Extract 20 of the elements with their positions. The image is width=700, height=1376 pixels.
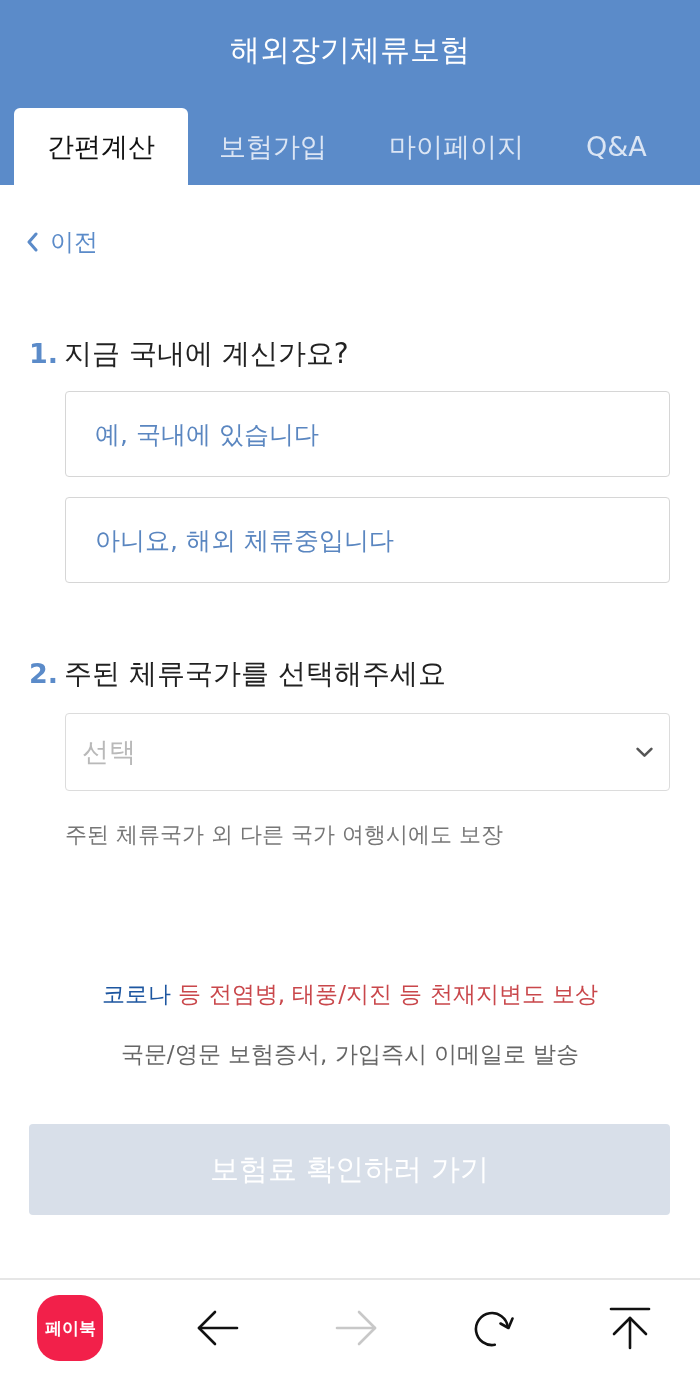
answer-option[interactable]: 아니요, 해외 체류중입니다 [65, 497, 670, 583]
tab[interactable]: 마이페이지 [358, 108, 555, 185]
country-select[interactable]: 선택 [65, 713, 670, 791]
question-number: 1. [29, 338, 59, 369]
notice-text: 코로나 등 전염병, 태풍/지진 등 천재지변도 보상 [102, 980, 598, 1009]
tab[interactable]: Q&A [555, 108, 678, 185]
notice-text: 국문/영문 보험증서, 가입즉시 이메일로 발송 [120, 1040, 580, 1069]
answer-option[interactable]: 예, 국내에 있습니다 [65, 391, 670, 477]
tab[interactable]: 보험가입 [188, 108, 358, 185]
question-text: 주된 체류국가를 선택해주세요 [64, 656, 446, 692]
scroll-to-top-icon[interactable] [608, 1306, 652, 1350]
app-logo-button[interactable]: 페이북 [37, 1295, 103, 1361]
back-link[interactable]: 이전 [26, 225, 98, 259]
question-text: 지금 국내에 계신가요? [64, 336, 349, 372]
question-number: 2. [29, 658, 59, 689]
page-title: 해외장기체류보험 [229, 31, 471, 69]
chevron-left-icon [26, 232, 38, 252]
chevron-down-icon [636, 746, 653, 758]
hint-text: 주된 체류국가 외 다른 국가 여행시에도 보장 [65, 821, 504, 849]
tab[interactable]: 간편계산 [14, 108, 188, 185]
